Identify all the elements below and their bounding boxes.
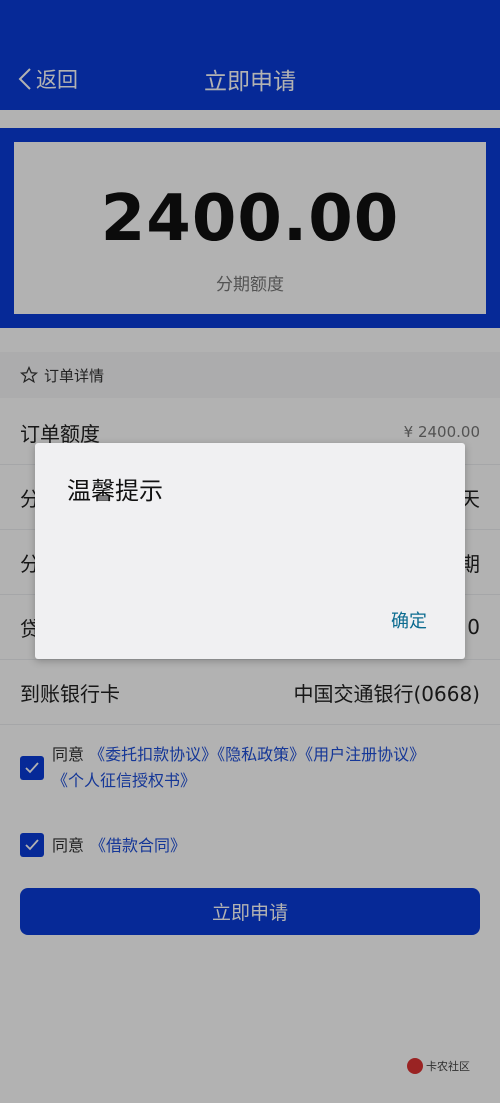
dialog-confirm-button[interactable]: 确定 [391,607,427,633]
alert-dialog: 温馨提示 确定 [35,443,465,659]
dialog-title: 温馨提示 [67,477,163,505]
